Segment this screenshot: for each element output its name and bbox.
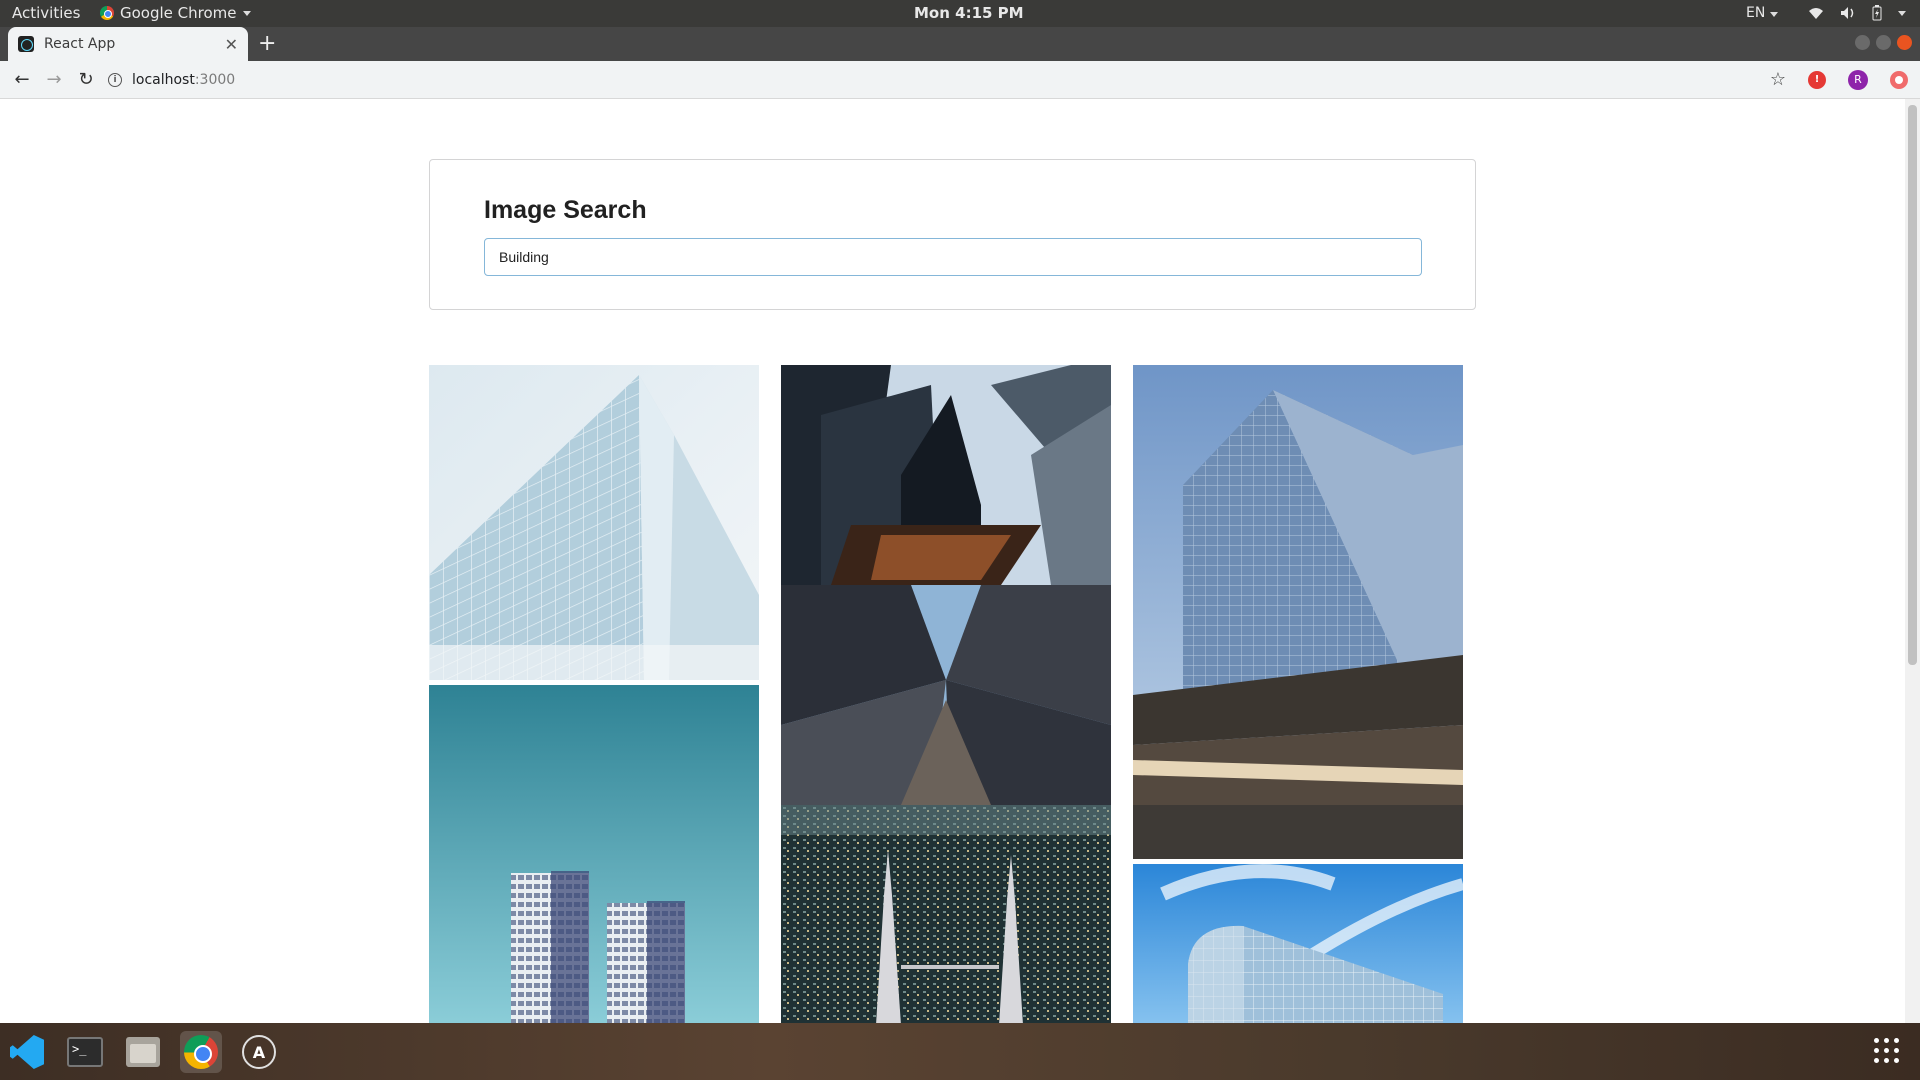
navigation-buttons: ← → ↻ [10,67,98,91]
window-controls [1855,35,1912,50]
url-text: localhost:3000 [132,72,235,88]
maximize-button[interactable] [1876,35,1891,50]
extension-icon[interactable]: ! [1808,70,1826,89]
software-updater-icon: A [242,1035,276,1069]
dock-files[interactable] [122,1031,164,1073]
volume-icon [1841,7,1854,19]
chevron-down-icon [1898,10,1906,16]
chevron-down-icon [1769,12,1778,17]
search-card: Image Search [429,159,1476,310]
terminal-icon: >_ [67,1037,103,1067]
app-menu-label: Google Chrome [120,4,237,22]
react-favicon-icon [18,36,34,52]
ubuntu-dock: >_ A [0,1023,1920,1080]
image-glass-facade-building[interactable] [429,365,759,680]
wifi-icon [1809,8,1823,19]
browser-tab-strip: React App ✕ + [0,27,1920,61]
site-info-icon[interactable]: i [108,73,122,87]
search-input[interactable] [484,238,1422,276]
show-apps-icon[interactable] [1874,1038,1900,1064]
chrome-icon [100,6,114,20]
image-skyscrapers-x-view[interactable] [781,585,1111,805]
vscode-icon [10,1035,44,1069]
clock[interactable]: Mon 4:15 PM [914,4,1024,22]
page-viewport: Image Search [0,99,1920,1023]
close-tab-icon[interactable]: ✕ [225,35,238,54]
scrollbar-thumb[interactable] [1908,105,1917,665]
profile-avatar[interactable]: R [1848,69,1868,90]
language-label: EN [1746,5,1766,21]
url-host: localhost [132,72,195,88]
image-modern-glass-office-building[interactable] [1133,365,1463,859]
chrome-icon [184,1035,218,1069]
dock-terminal[interactable]: >_ [64,1031,106,1073]
battery-icon [1872,5,1882,21]
app-menu[interactable]: Google Chrome [100,4,251,22]
new-tab-button[interactable]: + [258,31,276,56]
tab-react-app[interactable]: React App ✕ [8,27,248,61]
dock-software-updater[interactable]: A [238,1031,280,1073]
language-indicator[interactable]: EN [1746,5,1778,21]
system-tray[interactable] [1808,5,1906,21]
tab-title: React App [44,36,116,52]
url-port: :3000 [194,72,236,88]
image-skyscrapers-looking-up[interactable] [781,365,1111,585]
image-curved-glass-building-blue-sky[interactable] [1133,864,1463,1023]
dock-chrome[interactable] [180,1031,222,1073]
image-twin-towers-teal-sky[interactable] [429,685,759,1023]
extension-icon[interactable] [1890,70,1908,89]
files-icon [126,1037,160,1067]
chevron-down-icon [242,10,251,16]
page-title: Image Search [484,196,647,224]
toolbar-actions: ☆ ! R [1770,69,1908,90]
close-window-button[interactable] [1897,35,1912,50]
page-scrollbar[interactable] [1905,99,1920,1023]
address-bar[interactable]: i localhost:3000 [108,66,1768,94]
bookmark-star-icon[interactable]: ☆ [1770,69,1786,90]
minimize-button[interactable] [1855,35,1870,50]
back-icon[interactable]: ← [10,67,34,91]
reload-icon[interactable]: ↻ [74,67,98,91]
image-petronas-towers-aerial[interactable] [781,805,1111,1023]
browser-toolbar: ← → ↻ i localhost:3000 ☆ ! R [0,61,1920,99]
dock-vscode[interactable] [6,1031,48,1073]
system-top-bar: Activities Google Chrome Mon 4:15 PM EN [0,0,1920,27]
activities-button[interactable]: Activities [12,4,80,22]
forward-icon[interactable]: → [42,67,66,91]
